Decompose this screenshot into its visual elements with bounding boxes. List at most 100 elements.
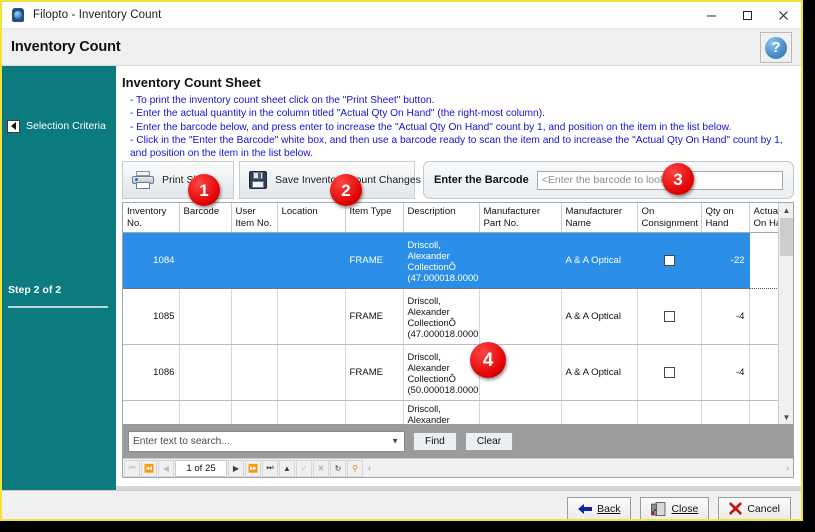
question-mark-icon: ? [765,36,787,59]
sheet-title: Inventory Count Sheet [122,75,261,90]
close-label: Close [671,502,699,515]
consignment-checkbox[interactable] [663,366,675,378]
cell-location [277,288,346,345]
last-page-icon[interactable]: ⏭ [262,459,278,477]
printer-icon [132,171,154,189]
grid-horizontal-scrollbar[interactable]: ‹ › [364,458,793,477]
scroll-up-icon[interactable]: ▲ [779,203,793,217]
cell-manufacturer-part-no [479,232,562,289]
col-manufacturer-name[interactable]: Manufacturer Name [561,203,638,233]
cell-barcode [179,344,232,401]
accept-edit-icon[interactable]: ✓ [296,459,312,477]
left-arrow-icon [578,503,593,514]
col-description[interactable]: Description [403,203,480,233]
find-button[interactable]: Find [413,431,457,451]
sidebar-item-selection-criteria[interactable]: Selection Criteria [7,118,106,134]
cell-qty-on-hand: -4 [701,288,750,345]
cell-actual-qty-on-hand[interactable] [749,288,778,345]
callout-badge-1: 1 [188,174,220,206]
help-button[interactable]: ? [760,32,792,63]
next-record-icon[interactable]: ▶ [228,459,244,477]
cell-actual-qty-on-hand[interactable] [748,232,778,289]
scroll-down-icon[interactable]: ▼ [779,410,793,424]
cell-item-type [345,400,404,424]
main-panel: Inventory Count Sheet - To print the inv… [116,66,801,486]
save-inventory-count-button[interactable]: Save Inventory Count Changes [239,161,421,199]
table-row[interactable]: Driscoll, Alexander [123,400,778,424]
sidebar: Selection Criteria Step 2 of 2 [2,66,116,486]
col-qty-on-hand[interactable]: Qty on Hand [701,203,750,233]
cell-on-consignment [637,344,702,401]
cell-manufacturer-name: A & A Optical [561,232,638,289]
barcode-input[interactable]: <Enter the barcode to lookup> [536,170,783,190]
col-item-type[interactable]: Item Type [345,203,404,233]
col-user-item-no[interactable]: User Item No. [231,203,278,233]
col-manufacturer-part-no[interactable]: Manufacturer Part No. [479,203,562,233]
prev-record-icon[interactable]: ◀ [158,459,174,477]
cell-manufacturer-name [561,400,638,424]
callout-badge-4: 4 [470,342,506,378]
clear-button[interactable]: Clear [464,431,514,451]
cell-description: Driscoll, Alexander CollectionÔ (47.0000… [403,232,480,289]
col-inventory-no[interactable]: Inventory No. [123,203,180,233]
cell-item-type: FRAME [345,232,404,289]
next-page-icon[interactable]: ⏩ [245,459,261,477]
consignment-checkbox[interactable] [663,310,675,322]
instructions-block: - To print the inventory count sheet cli… [130,94,801,160]
grid-vertical-scrollbar[interactable]: ▲ ▼ [778,203,793,424]
instruction-line-1: - To print the inventory count sheet cli… [130,95,435,106]
table-row[interactable]: 1086 FRAME Driscoll, Alexander Collectio… [123,344,778,401]
window-controls [693,2,801,29]
cell-location [277,232,346,289]
close-icon[interactable] [765,2,801,29]
cell-actual-qty-on-hand[interactable] [749,400,778,424]
col-on-consignment[interactable]: On Consignment [637,203,702,233]
app-icon [10,7,26,23]
col-location[interactable]: Location [277,203,346,233]
hscroll-right-icon[interactable]: › [786,463,789,473]
maximize-icon[interactable] [729,2,765,29]
table-row[interactable]: 1085 FRAME Driscoll, Alexander Collectio… [123,288,778,345]
close-button[interactable]: Close [640,496,710,519]
cell-qty-on-hand: -4 [701,344,750,401]
table-row[interactable]: 1084 FRAME Driscoll, Alexander Collectio… [123,232,778,289]
hscroll-left-icon[interactable]: ‹ [368,463,371,473]
callout-badge-3: 3 [662,163,694,195]
cell-barcode [179,400,232,424]
cell-barcode [179,232,232,289]
instruction-line-3: - Enter the barcode below, and press ent… [130,121,732,133]
page-position-label: 1 of 25 [175,459,227,477]
prev-page-icon[interactable]: ⏪ [141,459,157,477]
inventory-grid: Inventory No. Barcode User Item No. Loca… [122,202,794,478]
window-title: Filopto - Inventory Count [33,9,162,21]
cell-location [277,400,346,424]
cell-on-consignment [637,400,702,424]
cell-description: Driscoll, Alexander [403,400,480,424]
col-barcode[interactable]: Barcode [179,203,232,233]
cell-actual-qty-on-hand[interactable] [749,344,778,401]
consignment-checkbox[interactable] [663,254,675,266]
first-page-icon[interactable]: ⏮ [124,459,140,477]
cell-on-consignment [637,232,702,289]
refresh-icon[interactable]: ↻ [330,459,346,477]
cell-manufacturer-part-no [479,288,562,345]
delete-record-icon[interactable]: ✖ [313,459,329,477]
filter-icon[interactable]: ⚲ [347,459,363,477]
scrollbar-thumb[interactable] [780,218,793,256]
exit-door-icon [651,501,666,516]
back-arrow-icon [7,119,20,133]
barcode-entry-group: Enter the Barcode <Enter the barcode to … [423,161,794,199]
cell-manufacturer-part-no [479,400,562,424]
minimize-icon[interactable] [693,2,729,29]
chevron-down-icon[interactable]: ▼ [391,437,399,446]
col-actual-qty-on-hand[interactable]: Actual Qty On Hand [749,203,778,233]
cell-item-type: FRAME [345,344,404,401]
save-disk-icon [249,171,267,189]
callout-badge-2: 2 [330,174,362,206]
add-record-icon[interactable]: ▲ [279,459,295,477]
back-button[interactable]: Back [567,496,632,519]
search-input[interactable]: Enter text to search... ▼ [128,430,405,452]
sidebar-item-label: Selection Criteria [26,120,106,132]
cancel-button[interactable]: Cancel [718,496,791,519]
application-window: Filopto - Inventory Count Inventory Coun… [0,0,803,521]
